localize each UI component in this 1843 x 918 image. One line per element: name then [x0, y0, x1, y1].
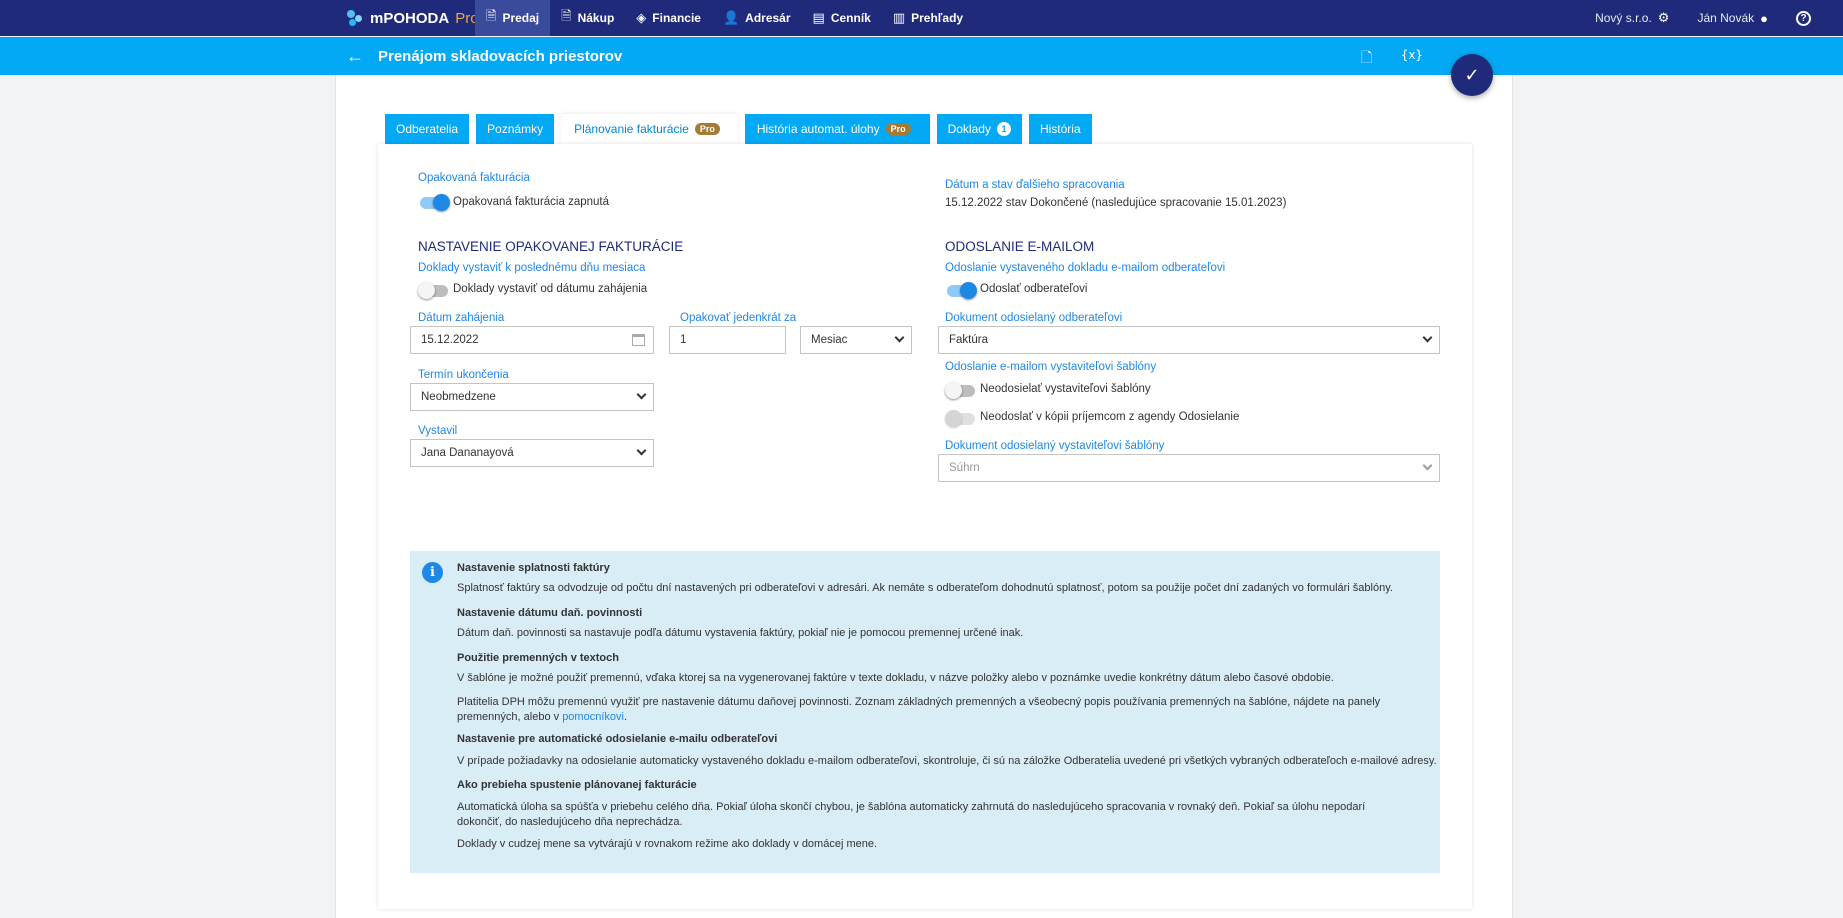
template-email-label: Odoslanie e-mailom vystaviteľovi šablóny	[945, 361, 1157, 373]
confirm-button[interactable]: ✓	[1451, 54, 1493, 96]
pro-badge: Pro	[885, 123, 911, 135]
info-icon: i	[422, 562, 443, 583]
start-date-field[interactable]: 15.12.2022	[410, 326, 654, 354]
tab-historia-automat-ulohy[interactable]: História automat. úlohy Pro	[744, 114, 930, 144]
template-toggle-2[interactable]	[945, 410, 975, 427]
help-link[interactable]: pomocníkovi	[562, 711, 624, 723]
chart-icon: ▥	[892, 10, 906, 25]
template-toggle-1[interactable]	[945, 382, 975, 399]
repeat-toggle-label: Opakovaná fakturácia zapnutá	[453, 196, 609, 208]
next-processing-value: 15.12.2022 stav Dokončené (nasledujúce s…	[945, 197, 1287, 209]
info-text: Dátum daň. povinnosti sa nastavuje podľa…	[457, 627, 1024, 639]
tab-poznamky[interactable]: Poznámky	[476, 114, 555, 144]
app-logo[interactable]: mPOHODA Pro	[346, 8, 479, 28]
invoice-icon: 🗎	[486, 8, 497, 23]
gear-icon: ⚙	[1657, 10, 1670, 25]
repeat-every-input[interactable]: 1	[669, 326, 786, 354]
nav-item-financie[interactable]: ◈ Financie	[625, 0, 712, 36]
chevron-down-icon	[1422, 332, 1433, 343]
end-label: Termín ukončenia	[418, 369, 509, 381]
help-icon[interactable]: ?	[1796, 10, 1811, 26]
info-text: Doklady v cudzej mene sa vytvárajú v rov…	[457, 838, 878, 850]
send-label: Odoslanie vystaveného dokladu e-mailom o…	[945, 262, 1226, 274]
page-title: Prenájom skladovacích priestorov	[378, 48, 623, 65]
nav-item-nakup[interactable]: 🗎 Nákup	[550, 0, 625, 36]
tab-doklady[interactable]: Doklady 1	[936, 114, 1022, 144]
tab-bar: Odberatelia Poznámky Plánovanie fakturác…	[385, 114, 1099, 144]
last-day-toggle[interactable]	[418, 282, 448, 299]
back-arrow-icon[interactable]: ←	[346, 46, 364, 67]
planning-card: Opakovaná fakturácia Opakovaná fakturáci…	[378, 144, 1472, 909]
nav-item-adresar[interactable]: 👤 Adresár	[712, 0, 802, 36]
pricelist-icon: ▤	[812, 10, 825, 25]
document-label: Dokument odosielaný odberateľovi	[945, 312, 1123, 324]
logo-icon	[346, 9, 364, 27]
issuer-label: Vystavil	[418, 425, 458, 437]
send-toggle-label: Odoslať odberateľovi	[980, 283, 1088, 295]
calendar-icon[interactable]	[632, 334, 645, 346]
content-area: Odberatelia Poznámky Plánovanie fakturác…	[335, 75, 1513, 918]
info-heading: Nastavenie dátumu daň. povinnosti	[457, 607, 643, 619]
chevron-down-icon	[636, 389, 647, 400]
user-circle-icon: ●	[1760, 10, 1768, 26]
info-text: V prípade požiadavky na odosielanie auto…	[457, 755, 1437, 767]
main-menu: 🗎 Predaj 🗎 Nákup ◈ Financie 👤 Adresár ▤ Cenní…	[475, 0, 974, 36]
person-icon: 👤	[722, 10, 740, 25]
brand-name: mPOHODA	[370, 9, 450, 27]
check-icon: ✓	[1464, 64, 1480, 85]
email-section-title: ODOSLANIE E-MAILOM	[945, 239, 1095, 254]
repeat-toggle[interactable]	[420, 194, 450, 211]
info-heading: Ako prebieha spustenie plánovanej faktur…	[457, 779, 697, 791]
chevron-down-icon	[1422, 460, 1433, 471]
repeat-every-label: Opakovať jedenkrát za	[680, 312, 797, 324]
nav-item-cennik[interactable]: ▤ Cenník	[802, 0, 882, 36]
pro-badge: Pro	[694, 123, 720, 135]
template-toggle-2-label: Neodoslať v kópii príjemcom z agendy Odo…	[980, 411, 1240, 423]
send-toggle[interactable]	[947, 282, 977, 299]
issuer-select[interactable]: Jana Dananayová	[410, 439, 654, 467]
info-text: Splatnosť faktúry sa odvodzuje od počtu …	[457, 582, 1393, 594]
template-document-select[interactable]: Súhrn	[938, 454, 1440, 482]
tab-historia[interactable]: História	[1028, 114, 1092, 144]
repeat-section-title: NASTAVENIE OPAKOVANEJ FAKTURÁCIE	[418, 239, 684, 254]
account-area: Nový s.r.o. ⚙ Ján Novák ● ?	[1595, 0, 1843, 36]
tab-odberatelia[interactable]: Odberatelia	[385, 114, 470, 144]
user-menu[interactable]: Ján Novák ●	[1697, 11, 1768, 26]
tab-planovanie-fakturacie[interactable]: Plánovanie fakturácie Pro	[561, 114, 738, 144]
finance-icon: ◈	[636, 10, 647, 25]
template-toggle-1-label: Neodosielať vystaviteľovi šablóny	[980, 383, 1151, 395]
info-heading: Použitie premenných v textoch	[457, 652, 619, 664]
company-selector[interactable]: Nový s.r.o. ⚙	[1595, 10, 1669, 26]
next-processing-label: Dátum a stav ďalšieho spracovania	[945, 179, 1125, 191]
variables-icon[interactable]: {x}	[1401, 48, 1423, 62]
info-text: Platitelia DPH môžu premennú využiť pre …	[457, 696, 1381, 723]
last-day-label: Doklady vystaviť k poslednému dňu mesiac…	[418, 262, 646, 274]
info-heading: Nastavenie pre automatické odosielanie e…	[457, 733, 778, 745]
template-document-label: Dokument odosielaný vystaviteľovi šablón…	[945, 440, 1165, 452]
add-document-icon[interactable]: 🗋	[1361, 47, 1372, 71]
chevron-down-icon	[894, 332, 905, 343]
period-select[interactable]: Mesiac	[800, 326, 912, 354]
count-badge: 1	[996, 122, 1011, 136]
nav-item-prehlady[interactable]: ▥ Prehľady	[882, 0, 974, 36]
start-date-label: Dátum zahájenia	[418, 312, 505, 324]
info-text: Automatická úloha sa spúšťa v priebehu c…	[457, 801, 1366, 828]
document-select[interactable]: Faktúra	[938, 326, 1440, 354]
chevron-down-icon	[636, 445, 647, 456]
page-header: ← Prenájom skladovacích priestorov 🗋 {x}	[0, 37, 1843, 75]
nav-item-predaj[interactable]: 🗎 Predaj	[475, 0, 551, 36]
info-heading: Nastavenie splatnosti faktúry	[457, 562, 610, 574]
end-select[interactable]: Neobmedzene	[410, 383, 654, 411]
purchase-icon: 🗎	[561, 8, 572, 23]
top-navigation: mPOHODA Pro 🗎 Predaj 🗎 Nákup ◈ Financie 👤 Adr…	[0, 0, 1843, 36]
info-box: i Nastavenie splatnosti faktúry Splatnos…	[410, 551, 1440, 873]
last-day-toggle-label: Doklady vystaviť od dátumu zahájenia	[453, 283, 648, 295]
info-text: V šablóne je možné použiť premennú, vďak…	[457, 672, 1334, 684]
repeat-label: Opakovaná fakturácia	[418, 172, 530, 184]
